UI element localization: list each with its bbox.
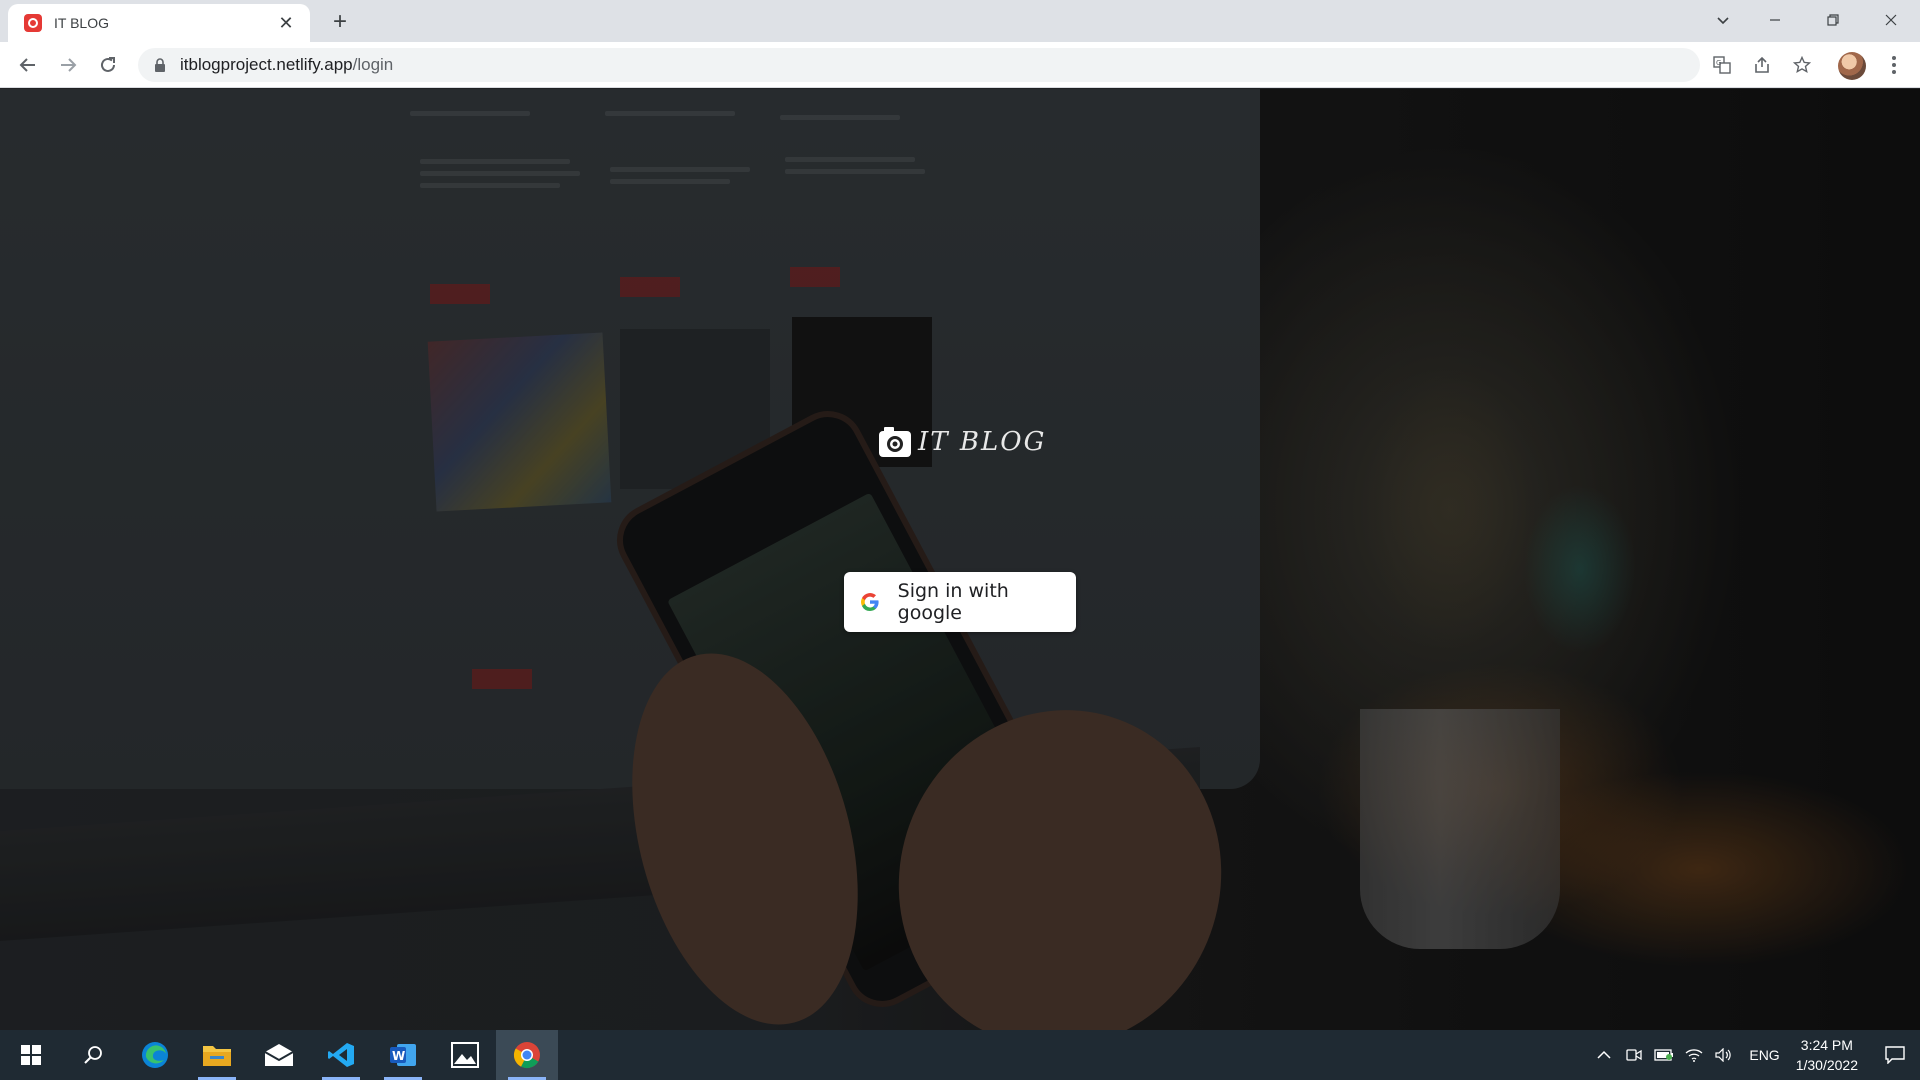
photos-icon (451, 1042, 479, 1068)
brand-logo: IT BLOG (878, 421, 1046, 463)
profile-avatar[interactable] (1838, 52, 1866, 80)
camera-icon (878, 425, 912, 459)
svg-text:W: W (392, 1049, 405, 1063)
restore-icon (1827, 14, 1839, 26)
clock-date: 1/30/2022 (1795, 1057, 1858, 1073)
google-icon (860, 592, 880, 612)
url-host: itblogproject.netlify.app (180, 55, 353, 74)
window-controls (1746, 0, 1920, 40)
chevron-down-icon (1717, 17, 1729, 25)
wifi-icon[interactable] (1679, 1030, 1709, 1080)
share-icon[interactable] (1748, 51, 1776, 79)
taskbar-mail[interactable] (248, 1030, 310, 1080)
lock-icon[interactable] (152, 57, 168, 73)
translate-icon[interactable]: G (1708, 51, 1736, 79)
notifications-button[interactable] (1870, 1030, 1920, 1080)
reload-button[interactable] (92, 49, 124, 81)
new-tab-button[interactable]: + (326, 8, 354, 36)
tab-search-button[interactable] (1700, 0, 1746, 40)
close-window-button[interactable] (1862, 0, 1920, 40)
signin-label: Sign in with google (897, 580, 1009, 624)
restore-button[interactable] (1804, 0, 1862, 40)
brand-name: IT BLOG (918, 427, 1047, 457)
taskbar-chrome[interactable] (496, 1030, 558, 1080)
svg-text:G: G (1716, 59, 1721, 67)
minimize-button[interactable] (1746, 0, 1804, 40)
close-icon (1885, 14, 1897, 26)
tab-title: IT BLOG (54, 15, 109, 31)
start-button[interactable] (0, 1030, 62, 1080)
url-path: /login (352, 55, 394, 74)
forward-button[interactable] (52, 49, 84, 81)
taskbar-file-explorer[interactable] (186, 1030, 248, 1080)
input-language[interactable]: ENG (1749, 1047, 1779, 1063)
browser-toolbar: itblogproject.netlify.app/login G (0, 42, 1920, 88)
arrow-left-icon (19, 58, 35, 72)
mail-icon (264, 1044, 294, 1066)
edge-icon (142, 1042, 168, 1068)
windows-taskbar: W ENG 3:24 PM 1/30/2022 (0, 1030, 1920, 1080)
address-bar[interactable]: itblogproject.netlify.app/login (138, 48, 1700, 82)
chrome-icon (513, 1042, 540, 1069)
browser-menu-icon[interactable] (1880, 51, 1908, 79)
arrow-right-icon (61, 58, 77, 72)
search-icon (84, 1046, 102, 1064)
camera-icon (24, 14, 42, 32)
windows-icon (21, 1045, 41, 1065)
close-icon[interactable]: ✕ (276, 13, 296, 33)
battery-icon[interactable] (1649, 1030, 1679, 1080)
star-icon[interactable] (1788, 51, 1816, 79)
taskbar-word[interactable]: W (372, 1030, 434, 1080)
vscode-icon (328, 1043, 354, 1067)
login-page: IT BLOG Sign in with google (0, 89, 1920, 1030)
meet-now-icon[interactable] (1619, 1030, 1649, 1080)
browser-tab[interactable]: IT BLOG ✕ (8, 4, 310, 42)
taskbar-edge[interactable] (124, 1030, 186, 1080)
word-icon: W (390, 1044, 416, 1066)
tab-strip: IT BLOG ✕ + (0, 0, 1920, 42)
message-icon (1885, 1046, 1905, 1064)
minimize-icon (1770, 19, 1780, 21)
reload-icon (101, 57, 115, 72)
url-text: itblogproject.netlify.app/login (180, 55, 393, 75)
google-signin-button[interactable]: Sign in with google (844, 572, 1076, 632)
chevron-up-icon[interactable] (1589, 1030, 1619, 1080)
taskbar-photos[interactable] (434, 1030, 496, 1080)
volume-icon[interactable] (1709, 1030, 1739, 1080)
clock-time: 3:24 PM (1800, 1037, 1853, 1053)
system-tray: ENG 3:24 PM 1/30/2022 (1589, 1030, 1920, 1080)
clock[interactable]: 3:24 PM 1/30/2022 (1796, 1035, 1858, 1075)
back-button[interactable] (12, 49, 44, 81)
taskbar-search-button[interactable] (62, 1030, 124, 1080)
folder-icon (203, 1046, 231, 1066)
taskbar-vscode[interactable] (310, 1030, 372, 1080)
